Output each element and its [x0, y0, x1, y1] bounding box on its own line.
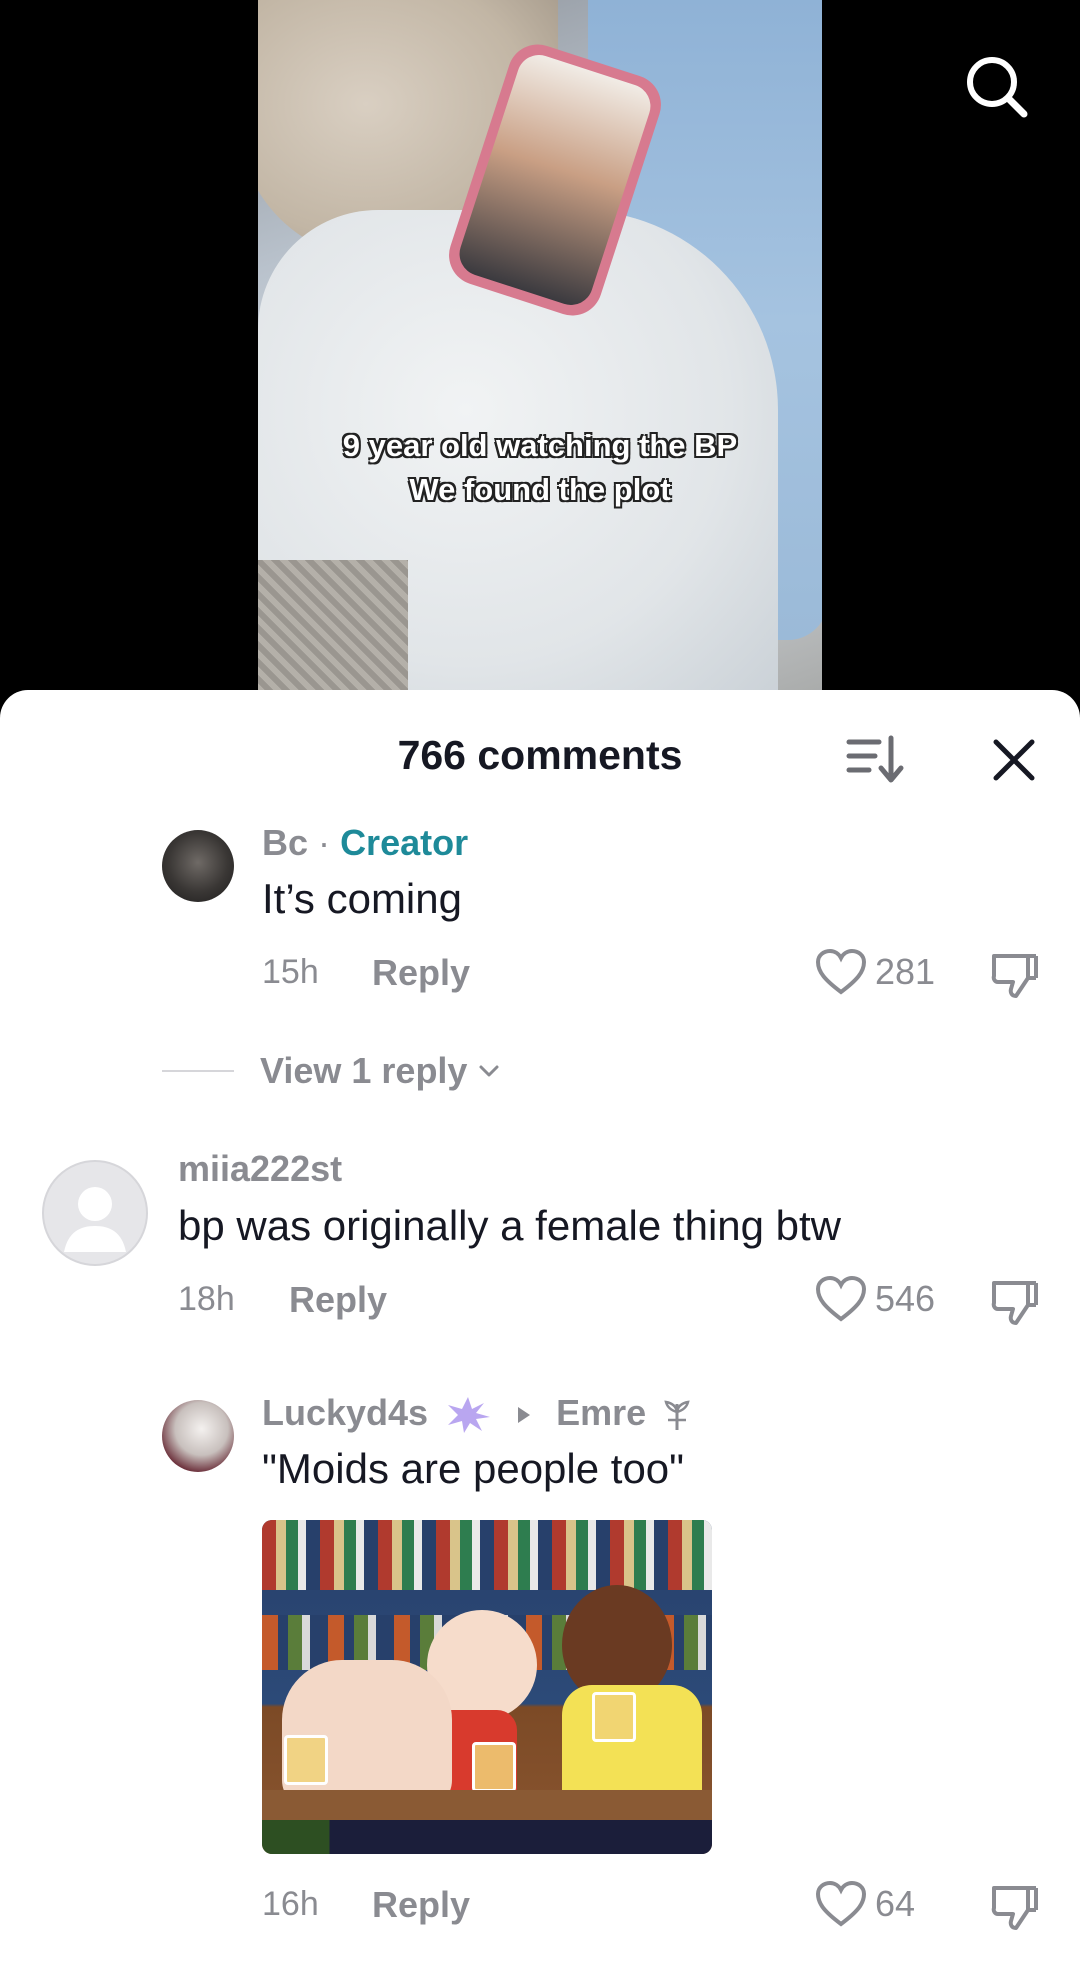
comments-sheet: 766 comments Bc · Creator It’s coming 15 — [0, 690, 1080, 1961]
reply-to-username[interactable]: Emre — [556, 1392, 646, 1433]
reply-to-arrow-icon — [518, 1407, 531, 1424]
comment-gif-image[interactable] — [262, 1520, 712, 1854]
like-button[interactable]: 281 — [815, 948, 935, 996]
comment-time: 18h — [178, 1280, 235, 1318]
heart-icon — [815, 1880, 867, 1927]
like-count: 64 — [875, 1883, 916, 1924]
avatar[interactable] — [162, 830, 234, 902]
view-replies-button[interactable]: View 1 reply — [162, 1050, 501, 1092]
gif-bar-counter — [262, 1790, 712, 1820]
reply-button[interactable]: Reply — [289, 1279, 387, 1321]
comment-text: "Moids are people too" — [262, 1445, 685, 1492]
username-text[interactable]: Bc — [262, 822, 308, 863]
comment-username[interactable]: Luckyd4s Emre — [262, 1392, 692, 1435]
comment-username[interactable]: miia222st — [178, 1148, 342, 1190]
comment-text: bp was originally a female thing btw — [178, 1202, 842, 1249]
chevron-down-icon — [479, 1065, 499, 1077]
gif-beer-mug — [592, 1692, 636, 1742]
avatar[interactable] — [42, 1160, 148, 1266]
avatar[interactable] — [162, 1400, 234, 1472]
dislike-icon[interactable] — [988, 1277, 1040, 1329]
gif-bar-floor — [262, 1820, 712, 1854]
like-button[interactable]: 64 — [815, 1880, 915, 1928]
separator-dot: · — [318, 822, 331, 863]
comment-time: 15h — [262, 953, 319, 991]
like-button[interactable]: 546 — [815, 1275, 935, 1323]
default-avatar-icon — [64, 1187, 126, 1252]
view-replies-label: View 1 reply — [260, 1050, 468, 1091]
like-count: 546 — [875, 1278, 936, 1319]
creator-badge: Creator — [340, 822, 469, 863]
comment-username[interactable]: Bc · Creator — [262, 822, 468, 864]
heart-icon — [815, 948, 867, 995]
video-caption-line-1: 9 year old watching the BP — [342, 428, 738, 463]
video-caption-line-2: We found the plot — [409, 472, 671, 507]
video-caption: 9 year old watching the BP We found the … — [258, 424, 822, 512]
gif-bottle-shelf-top — [262, 1520, 712, 1590]
reply-button[interactable]: Reply — [372, 1884, 470, 1926]
gif-beer-mug — [472, 1742, 516, 1792]
sort-icon[interactable] — [845, 734, 905, 786]
view-replies-divider — [162, 1070, 234, 1072]
like-count: 281 — [875, 951, 936, 992]
comment-time: 16h — [262, 1885, 319, 1923]
dislike-icon[interactable] — [988, 1882, 1040, 1934]
search-icon[interactable] — [960, 50, 1032, 122]
heart-icon — [815, 1275, 867, 1322]
username-text[interactable]: Luckyd4s — [262, 1392, 428, 1433]
reply-button[interactable]: Reply — [372, 952, 470, 994]
close-icon[interactable] — [988, 730, 1040, 790]
comment-text: It’s coming — [262, 875, 462, 922]
plant-emoji-icon — [664, 1400, 690, 1431]
comments-count-title: 766 comments — [397, 732, 683, 778]
sparkle-emoji-icon — [448, 1397, 491, 1434]
dislike-icon[interactable] — [988, 950, 1040, 1002]
app-root: 9 year old watching the BP We found the … — [0, 0, 1080, 1961]
gif-beer-mug — [284, 1735, 328, 1785]
video-knit-blanket — [258, 560, 408, 700]
video-player[interactable]: 9 year old watching the BP We found the … — [258, 0, 822, 700]
